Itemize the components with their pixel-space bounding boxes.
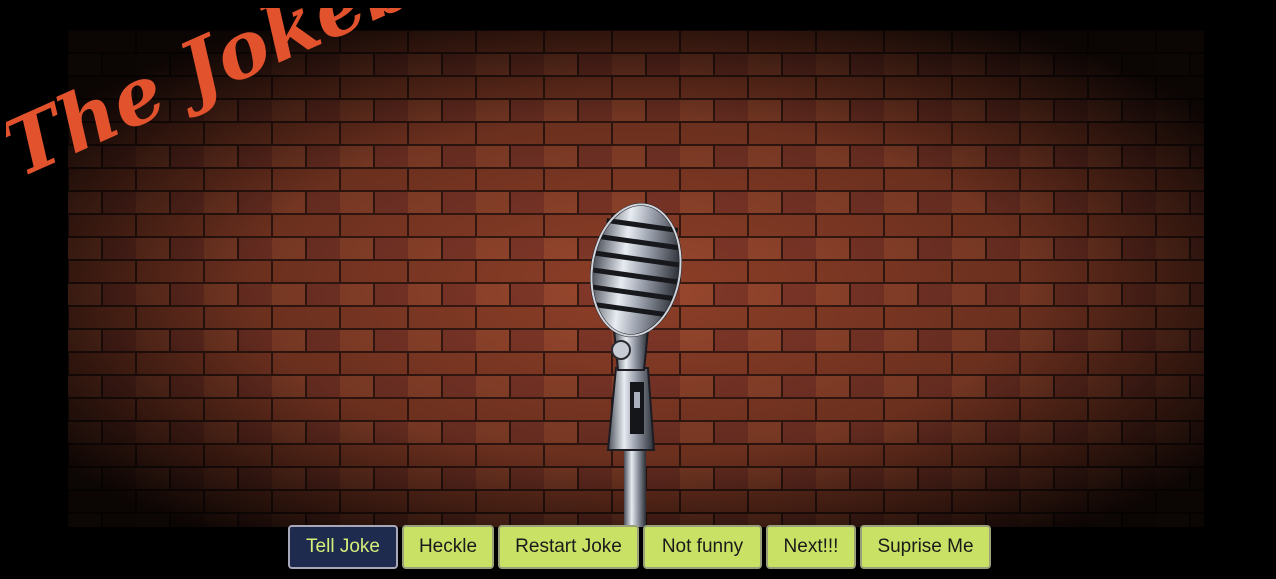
restart-joke-button[interactable]: Restart Joke xyxy=(498,525,639,569)
heckle-button[interactable]: Heckle xyxy=(402,525,494,569)
surprise-me-button[interactable]: Suprise Me xyxy=(860,525,991,569)
app-title: The Jokebox xyxy=(6,8,406,195)
app-logo: The Jokebox xyxy=(6,8,406,195)
joke-toolbar: Tell Joke Heckle Restart Joke Not funny … xyxy=(288,525,991,573)
not-funny-button[interactable]: Not funny xyxy=(643,525,762,569)
tell-joke-button[interactable]: Tell Joke xyxy=(288,525,398,569)
next-button[interactable]: Next!!! xyxy=(766,525,856,569)
